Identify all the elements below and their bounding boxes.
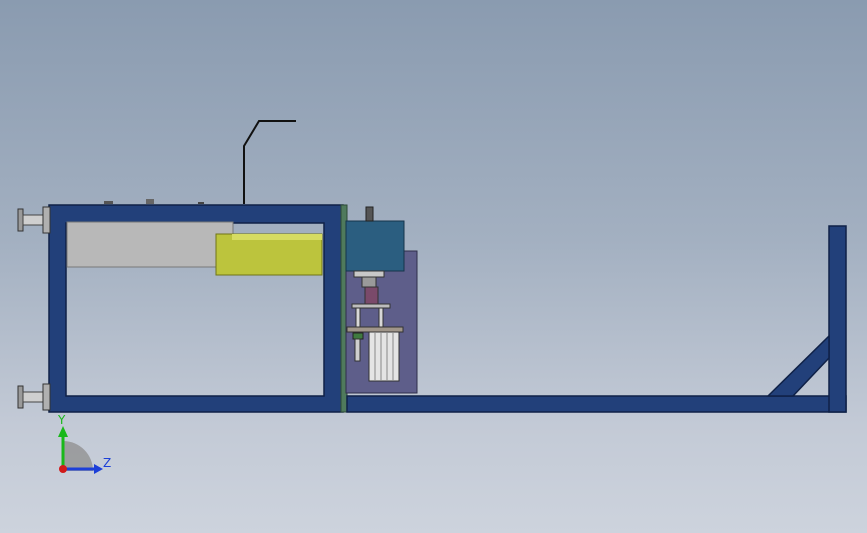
y-axis-arrowhead [58,426,68,437]
diagonal-brace [766,334,830,397]
wire-handle [243,120,296,204]
origin-dot [59,465,67,473]
leveling-foot-top [17,206,51,234]
yellow-block [215,233,323,276]
motor-shaft [365,206,374,222]
cad-viewport[interactable]: Y Z [0,0,867,533]
base-rail [346,395,847,413]
coordinate-triad [58,426,103,474]
leveling-foot-bottom [17,383,51,411]
z-axis-label: Z [103,456,112,470]
top-rail-fittings [104,199,204,204]
right-upright [828,225,847,413]
gray-block [66,221,234,268]
yellow-block-highlight [232,234,322,240]
z-axis-arrowhead [94,464,103,474]
motor-box [345,220,405,272]
y-axis-label: Y [58,413,66,427]
triad-plane [63,441,93,471]
assembly-drawing[interactable] [0,0,867,533]
